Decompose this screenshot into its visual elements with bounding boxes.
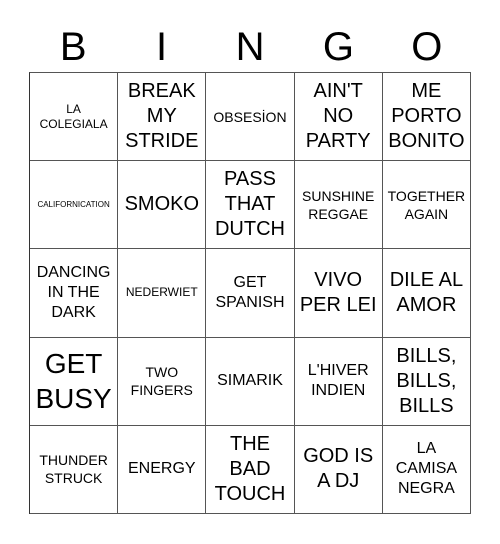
header-letter-n: N <box>235 25 265 69</box>
bingo-cell[interactable]: NEDERWIET <box>118 249 207 338</box>
bingo-cell[interactable]: VIVO PER LEI <box>294 249 383 338</box>
bingo-cell[interactable]: THE BAD TOUCH <box>206 425 295 514</box>
bingo-cell[interactable]: TOGETHER AGAIN <box>382 161 471 250</box>
cell-label: SIMARIK <box>217 372 283 390</box>
cell-label: THE BAD TOUCH <box>214 432 286 505</box>
cell-label: CALIFORNICATION <box>37 199 110 209</box>
cell-label: GET SPANISH <box>215 273 285 311</box>
cell-label: L'HIVER INDIEN <box>307 362 369 400</box>
bingo-cell[interactable]: ENERGY <box>118 425 207 514</box>
header-letter-o: O <box>411 25 443 69</box>
cell-label: ME PORTO BONITO <box>388 80 465 153</box>
bingo-card-grid: LA COLEGIALA BREAK MY STRIDE OBSESİON AI… <box>29 72 471 514</box>
cell-label: BILLS, BILLS, BILLS <box>396 344 457 417</box>
cell-label: SUNSHINE REGGAE <box>302 187 375 222</box>
bingo-cell[interactable]: BILLS, BILLS, BILLS <box>382 337 471 426</box>
cell-label: DILE AL AMOR <box>389 268 464 316</box>
cell-label: OBSESİON <box>213 108 287 125</box>
bingo-cell[interactable]: BREAK MY STRIDE <box>118 73 207 162</box>
cell-label: ENERGY <box>128 460 196 478</box>
bingo-cell[interactable]: LA CAMISA NEGRA <box>382 425 471 514</box>
cell-label: PASS THAT DUTCH <box>214 168 285 241</box>
bingo-cell[interactable]: PASS THAT DUTCH <box>206 161 295 250</box>
cell-label: GOD IS A DJ <box>303 445 374 493</box>
bingo-header: B I N G O <box>29 22 471 72</box>
bingo-cell[interactable]: ME PORTO BONITO <box>382 73 471 162</box>
bingo-cell[interactable]: DANCING IN THE DARK <box>30 249 119 338</box>
bingo-cell[interactable]: L'HIVER INDIEN <box>294 337 383 426</box>
bingo-cell[interactable]: SUNSHINE REGGAE <box>294 161 383 250</box>
bingo-cell[interactable]: OBSESİON <box>206 73 295 162</box>
bingo-cell[interactable]: THUNDER STRUCK <box>30 425 119 514</box>
cell-label: GET BUSY <box>35 348 112 415</box>
cell-label: TOGETHER AGAIN <box>387 187 466 222</box>
cell-label: THUNDER STRUCK <box>39 452 108 487</box>
bingo-cell[interactable]: SMOKO <box>118 161 207 250</box>
cell-label: AIN'T NO PARTY <box>305 80 371 153</box>
cell-label: SMOKO <box>124 193 200 216</box>
cell-label: TWO FINGERS <box>130 364 193 399</box>
cell-label: LA CAMISA NEGRA <box>395 440 458 498</box>
cell-label: BREAK MY STRIDE <box>125 80 199 153</box>
bingo-cell[interactable]: TWO FINGERS <box>118 337 207 426</box>
cell-label: VIVO PER LEI <box>299 268 377 316</box>
bingo-cell[interactable]: SIMARIK <box>206 337 295 426</box>
header-letter-i: I <box>156 25 168 69</box>
bingo-cell[interactable]: GET BUSY <box>30 337 119 426</box>
bingo-cell[interactable]: CALIFORNICATION <box>30 161 119 250</box>
header-letter-b: B <box>59 25 87 69</box>
bingo-cell[interactable]: DILE AL AMOR <box>382 249 471 338</box>
cell-label: NEDERWIET <box>125 285 198 300</box>
cell-label: DANCING IN THE DARK <box>36 263 111 321</box>
bingo-cell[interactable]: GET SPANISH <box>206 249 295 338</box>
header-letter-g: G <box>322 25 354 69</box>
bingo-cell[interactable]: LA COLEGIALA <box>30 73 119 162</box>
bingo-cell[interactable]: AIN'T NO PARTY <box>294 73 383 162</box>
cell-label: LA COLEGIALA <box>39 101 108 131</box>
bingo-cell[interactable]: GOD IS A DJ <box>294 425 383 514</box>
